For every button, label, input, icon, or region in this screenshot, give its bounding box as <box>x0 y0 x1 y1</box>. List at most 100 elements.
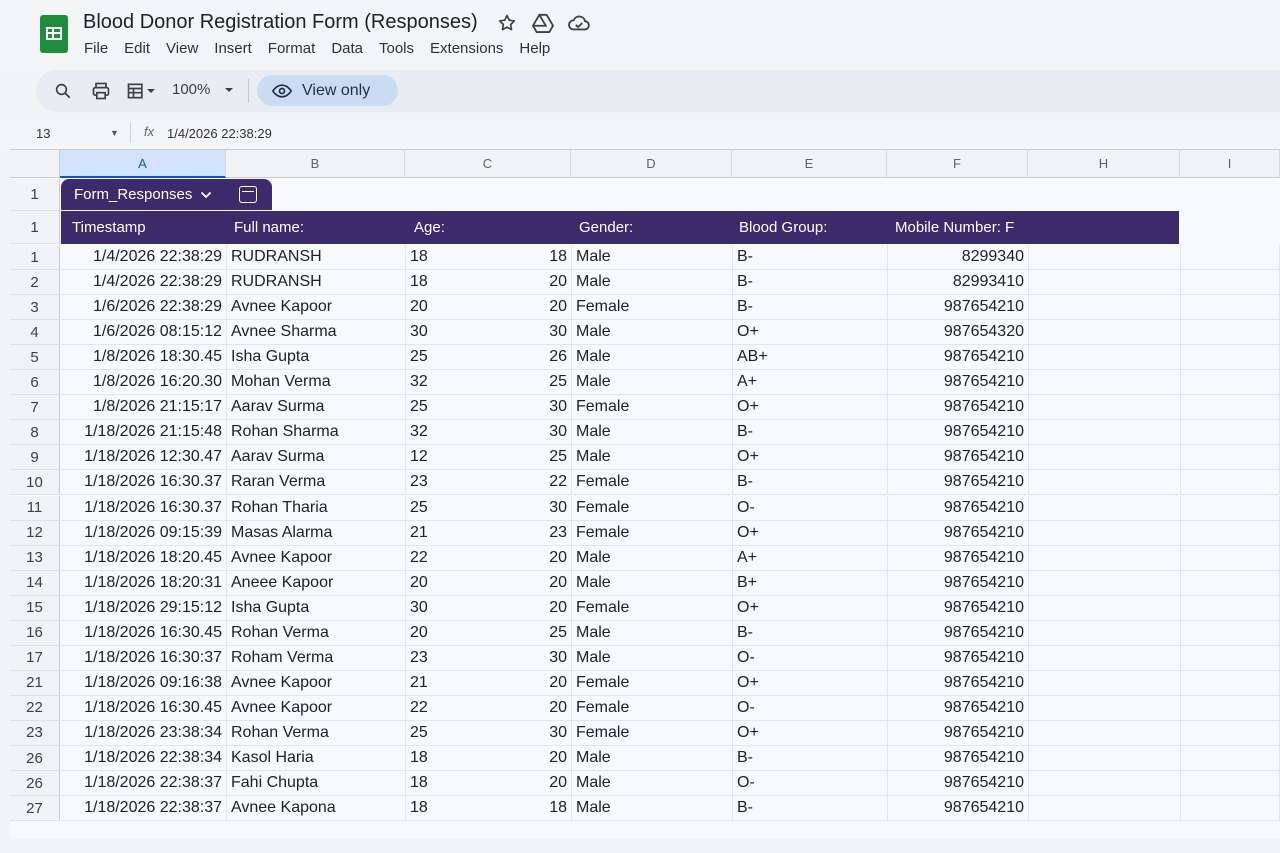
cell-full-name[interactable]: Rohan Sharma <box>227 420 406 445</box>
cell-timestamp[interactable]: 1/4/2026 22:38:29 <box>61 245 227 270</box>
row-header[interactable]: 14 <box>10 570 60 596</box>
cell-empty-h[interactable] <box>1029 620 1181 645</box>
row-header[interactable]: 27 <box>10 796 60 822</box>
move-to-drive-icon[interactable] <box>532 12 554 34</box>
cell-gender[interactable]: Male <box>572 245 733 270</box>
row-header[interactable]: 1 <box>10 179 60 211</box>
menu-view[interactable]: View <box>166 40 206 57</box>
cell-full-name[interactable]: Avnee Kapoor <box>227 695 406 720</box>
cell-empty-i[interactable] <box>1181 620 1280 645</box>
row-header[interactable]: 8 <box>10 420 60 446</box>
cell-blood-group[interactable]: B- <box>733 620 888 645</box>
cell-gender[interactable]: Male <box>572 620 733 645</box>
cell-age[interactable]: 30 20 <box>406 595 572 620</box>
column-header-c[interactable]: C <box>405 150 571 178</box>
cloud-status-icon[interactable] <box>568 12 590 34</box>
cell-age[interactable]: 21 20 <box>406 670 572 695</box>
cell-empty-h[interactable] <box>1029 670 1181 695</box>
cell-blood-group[interactable]: O- <box>733 771 888 796</box>
cell-timestamp[interactable]: 1/18/2026 18:20.45 <box>61 545 227 570</box>
cell-full-name[interactable]: RUDRANSH <box>227 245 406 270</box>
cell-mobile-number[interactable]: 987654210 <box>888 595 1029 620</box>
cell-mobile-number[interactable]: 987654210 <box>888 570 1029 595</box>
header-mobile-number[interactable]: Mobile Number: F <box>895 211 1014 244</box>
cell-timestamp[interactable]: 1/18/2026 16:30.37 <box>61 495 227 520</box>
cell-full-name[interactable]: Rohan Verma <box>227 720 406 745</box>
cell-age[interactable]: 18 18 <box>406 796 572 821</box>
cell-age[interactable]: 25 30 <box>406 395 572 420</box>
cell-timestamp[interactable]: 1/18/2026 18:20:31 <box>61 570 227 595</box>
row-header[interactable]: 26 <box>10 746 60 772</box>
cell-age[interactable]: 25 30 <box>406 495 572 520</box>
cell-gender[interactable]: Female <box>572 395 733 420</box>
table-options-icon[interactable] <box>239 186 257 203</box>
cell-gender[interactable]: Female <box>572 595 733 620</box>
row-header[interactable]: 15 <box>10 595 60 621</box>
menu-tools[interactable]: Tools <box>379 40 422 57</box>
cell-full-name[interactable]: Avnee Sharma <box>227 320 406 345</box>
cell-full-name[interactable]: Isha Gupta <box>227 345 406 370</box>
cell-mobile-number[interactable]: 987654210 <box>888 645 1029 670</box>
cell-age[interactable]: 18 20 <box>406 746 572 771</box>
column-header-b[interactable]: B <box>226 150 405 178</box>
cell-empty-i[interactable] <box>1181 420 1280 445</box>
cell-empty-h[interactable] <box>1029 395 1181 420</box>
cell-full-name[interactable]: Avnee Kapoor <box>227 670 406 695</box>
cell-timestamp[interactable]: 1/18/2026 16:30.37 <box>61 470 227 495</box>
cell-timestamp[interactable]: 1/18/2026 22:38:34 <box>61 746 227 771</box>
cell-blood-group[interactable]: B- <box>733 470 888 495</box>
cell-empty-h[interactable] <box>1029 245 1181 270</box>
cell-timestamp[interactable]: 1/18/2026 09:16:38 <box>61 670 227 695</box>
cell-blood-group[interactable]: B- <box>733 270 888 295</box>
cell-timestamp[interactable]: 1/18/2026 22:38:37 <box>61 771 227 796</box>
cell-timestamp[interactable]: 1/8/2026 16:20.30 <box>61 370 227 395</box>
cell-gender[interactable]: Male <box>572 796 733 821</box>
cell-empty-h[interactable] <box>1029 420 1181 445</box>
cell-mobile-number[interactable]: 987654210 <box>888 345 1029 370</box>
menu-insert[interactable]: Insert <box>214 40 260 57</box>
cell-blood-group[interactable]: O+ <box>733 520 888 545</box>
row-header[interactable]: 17 <box>10 645 60 671</box>
cell-empty-h[interactable] <box>1029 270 1181 295</box>
row-header[interactable]: 11 <box>10 495 60 521</box>
cell-empty-i[interactable] <box>1181 695 1280 720</box>
cell-mobile-number[interactable]: 987654210 <box>888 720 1029 745</box>
cell-blood-group[interactable]: B- <box>733 295 888 320</box>
cell-blood-group[interactable]: B- <box>733 245 888 270</box>
column-header-i[interactable]: I <box>1180 150 1280 178</box>
cell-mobile-number[interactable]: 987654210 <box>888 420 1029 445</box>
menu-extensions[interactable]: Extensions <box>430 40 511 57</box>
cell-empty-i[interactable] <box>1181 771 1280 796</box>
cell-age[interactable]: 32 25 <box>406 370 572 395</box>
cell-full-name[interactable]: Aarav Surma <box>227 445 406 470</box>
cell-age[interactable]: 20 20 <box>406 295 572 320</box>
cell-blood-group[interactable]: B- <box>733 420 888 445</box>
cell-mobile-number[interactable]: 987654210 <box>888 295 1029 320</box>
name-box[interactable]: 13 <box>36 126 50 141</box>
cell-empty-i[interactable] <box>1181 720 1280 745</box>
cell-blood-group[interactable]: O+ <box>733 395 888 420</box>
cell-timestamp[interactable]: 1/8/2026 21:15:17 <box>61 395 227 420</box>
spreadsheet-grid[interactable]: A B C D E F H I 1 Form_Responses 1 Times… <box>10 149 1280 839</box>
cell-blood-group[interactable]: B+ <box>733 570 888 595</box>
row-header[interactable]: 16 <box>10 620 60 646</box>
menu-format[interactable]: Format <box>268 40 324 57</box>
cell-empty-h[interactable] <box>1029 345 1181 370</box>
table-name-tab[interactable]: Form_Responses <box>61 179 272 210</box>
row-header[interactable]: 7 <box>10 395 60 421</box>
cell-mobile-number[interactable]: 987654210 <box>888 670 1029 695</box>
cell-empty-i[interactable] <box>1181 595 1280 620</box>
cell-empty-h[interactable] <box>1029 570 1181 595</box>
row-header[interactable]: 3 <box>10 295 60 321</box>
cell-blood-group[interactable]: O+ <box>733 670 888 695</box>
cell-gender[interactable]: Male <box>572 445 733 470</box>
cell-full-name[interactable]: Kasol Haria <box>227 746 406 771</box>
cell-full-name[interactable]: Aneee Kapoor <box>227 570 406 595</box>
cell-timestamp[interactable]: 1/18/2026 21:15:48 <box>61 420 227 445</box>
row-header[interactable]: 5 <box>10 345 60 371</box>
cell-full-name[interactable]: Fahi Chupta <box>227 771 406 796</box>
cell-empty-h[interactable] <box>1029 295 1181 320</box>
cell-gender[interactable]: Male <box>572 545 733 570</box>
cell-full-name[interactable]: Rohan Verma <box>227 620 406 645</box>
cell-empty-i[interactable] <box>1181 545 1280 570</box>
